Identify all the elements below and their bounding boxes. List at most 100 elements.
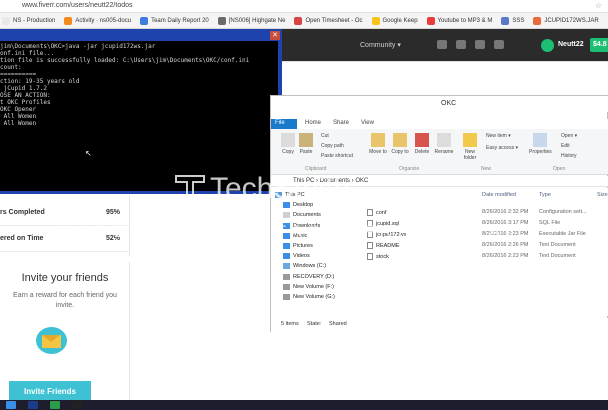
file-name: README [367, 242, 400, 249]
file-name: stock [367, 253, 389, 260]
star-icon[interactable]: ☆ [595, 1, 602, 10]
rename-button[interactable]: Rename [433, 133, 455, 155]
bookmark-favicon-icon [501, 16, 510, 25]
paste-shortcut-button[interactable]: Paste shortcut [321, 153, 353, 159]
column-header-date[interactable]: Date modified [482, 192, 516, 198]
history-button[interactable]: History [561, 153, 577, 159]
nav-item[interactable]: RECOVERY (D:) [283, 273, 334, 280]
invite-title: Invite your friends [21, 272, 109, 284]
nav-item[interactable]: Windows (C:) [283, 263, 326, 270]
bookmark-label: Youtube to MP3 & M [437, 17, 493, 24]
window-title: OKC [441, 100, 457, 107]
favorites-icon[interactable] [475, 40, 485, 49]
bookmark-item[interactable]: NS - Production [2, 16, 56, 25]
stat-label: rs Completed [0, 209, 45, 216]
copy-path-button[interactable]: Copy path [321, 143, 344, 149]
new-item-button[interactable]: New item ▾ [486, 133, 511, 139]
new-folder-button[interactable]: New folder [459, 133, 481, 161]
orders-icon[interactable] [494, 40, 504, 49]
notifications-icon[interactable] [437, 40, 447, 49]
column-header-size[interactable]: Size [597, 192, 608, 198]
file-date: 8/26/2016 2:23 PM [482, 253, 529, 259]
status-bar: 5 items State: Shared [271, 318, 608, 332]
move-to-label: Move to [369, 149, 387, 155]
watermark-logo: TechSmith [210, 172, 351, 205]
tab-share[interactable]: Share [333, 120, 349, 126]
bookmark-label: Team Daily Report 20 [151, 17, 209, 24]
properties-icon [533, 133, 547, 147]
bookmark-item[interactable]: Activity · ns005-docu [64, 16, 131, 25]
item-count: 5 items [281, 321, 299, 327]
navigation-pane: This PC Desktop Documents Downloads Music Pic… [271, 188, 357, 316]
rename-icon [437, 133, 451, 147]
invite-subtitle: Earn a reward for each friend you invite… [13, 292, 117, 309]
username[interactable]: Neutt22 [558, 41, 584, 48]
file-row[interactable]: README 8/26/2016 2:26 PM Text Document [357, 241, 608, 251]
bookmark-item[interactable]: JCUPID172WS.JAR [533, 16, 599, 25]
bookmark-item[interactable]: Team Daily Report 20 [140, 16, 209, 25]
close-icon[interactable]: ✕ [270, 31, 280, 40]
nav-item-label: New Volume (G:) [293, 294, 335, 300]
paste-label: Paste [299, 149, 313, 155]
nav-item[interactable]: Videos [283, 253, 310, 260]
tab-home[interactable]: Home [305, 120, 321, 126]
bookmark-item[interactable]: Youtube to MP3 & M [426, 16, 493, 25]
open-button[interactable]: Open ▾ [561, 133, 577, 139]
bookmark-item[interactable]: Open Timesheet - Oc [294, 16, 363, 25]
cmd-line: OKC Opener [0, 106, 37, 113]
file-icon [367, 209, 373, 216]
photoshop-icon[interactable] [28, 401, 38, 409]
cmd-output[interactable]: jim\Documents\OKC>java -jar jcupid172ws.… [0, 41, 278, 191]
balance-badge[interactable]: $4.8 [590, 38, 608, 52]
windows-logo-icon[interactable] [6, 401, 16, 409]
cmd-line: count: [0, 64, 22, 71]
messages-icon[interactable] [456, 40, 466, 49]
bookmark-label: Google Keep [382, 17, 418, 24]
cmd-line: jim\Documents\OKC>java -jar jcupid172ws.… [0, 43, 156, 50]
nav-item[interactable]: New Volume (G:) [283, 294, 335, 300]
camtasia-icon[interactable] [50, 401, 60, 409]
nav-item[interactable]: New Volume (F:) [283, 283, 334, 290]
file-name-text: conf [376, 209, 387, 216]
bookmark-label: NS - Production [13, 17, 56, 24]
cmd-titlebar[interactable]: ✕ [0, 29, 282, 41]
url-text[interactable]: www.fiverr.com/users/neutt22/todos [22, 2, 133, 9]
ribbon-tabs: File Home Share View [271, 119, 608, 129]
cmd-line: All Women [0, 113, 37, 120]
nav-item-label: Videos [293, 253, 310, 260]
cmd-icon[interactable] [72, 401, 82, 409]
bookmark-favicon-icon [294, 16, 303, 25]
cut-button[interactable]: Cut [321, 133, 329, 139]
nav-item[interactable]: Documents [283, 212, 321, 219]
edit-button[interactable]: Edit [561, 143, 570, 149]
tab-file[interactable]: File [271, 119, 297, 129]
nav-item[interactable]: Pictures [283, 243, 313, 249]
bookmark-favicon-icon [140, 16, 149, 25]
file-name-text: README [376, 242, 400, 249]
file-date: 8/26/2016 2:32 PM [482, 209, 529, 215]
community-menu[interactable]: Community ▾ [360, 41, 401, 49]
file-row[interactable]: stock 8/26/2016 2:23 PM Text Document [357, 252, 608, 262]
stat-value: 95% [105, 209, 120, 216]
command-prompt-window[interactable]: ✕ jim\Documents\OKC>java -jar jcupid172w… [0, 29, 282, 194]
paste-icon [299, 133, 313, 147]
paste-button[interactable]: Paste [295, 133, 317, 155]
bookmark-item[interactable]: SSS [501, 16, 524, 25]
explorer-titlebar[interactable]: OKC [271, 96, 608, 112]
drive-icon [283, 283, 290, 290]
move-to-button[interactable]: Move to [367, 133, 389, 155]
properties-button[interactable]: Properties [529, 133, 552, 155]
bookmark-item[interactable]: [NS006] Highgate Ne [217, 16, 285, 25]
column-header-type[interactable]: Type [539, 192, 551, 198]
bookmark-item[interactable]: Google Keep [371, 16, 418, 25]
delete-button[interactable]: Delete [411, 133, 433, 155]
easy-access-button[interactable]: Easy access ▾ [486, 145, 518, 151]
file-row[interactable]: conf 8/26/2016 2:32 PM Configuration sett.… [357, 208, 608, 218]
avatar[interactable] [541, 39, 554, 52]
tab-view[interactable]: View [361, 120, 374, 126]
address-bar[interactable]: www.fiverr.com/users/neutt22/todos ☆ [0, 0, 608, 13]
file-explorer-window[interactable]: OKC File Home Share View Copy Paste Cut … [270, 95, 608, 332]
cmd-line: ========== [0, 71, 37, 78]
mouse-cursor-icon: ↖ [85, 149, 92, 158]
copy-to-button[interactable]: Copy to [389, 133, 411, 155]
